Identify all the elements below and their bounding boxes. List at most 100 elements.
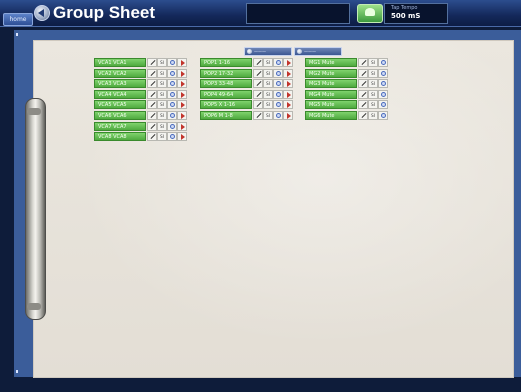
group-name-button[interactable]: MG3 Mute <box>305 79 357 89</box>
edit-icon[interactable] <box>147 68 157 78</box>
edit-icon[interactable] <box>358 79 368 89</box>
link-arrow-icon[interactable] <box>283 100 293 110</box>
solo-button[interactable]: SI <box>263 111 273 120</box>
solo-button[interactable]: SI <box>157 132 167 142</box>
edit-icon[interactable] <box>358 58 368 67</box>
solo-button[interactable]: SI <box>368 58 378 67</box>
mute-icon[interactable] <box>273 68 283 78</box>
edit-icon[interactable] <box>358 100 368 110</box>
back-arrow-icon[interactable] <box>34 5 50 21</box>
solo-button[interactable]: SI <box>263 68 273 78</box>
group-row[interactable]: VCA8 VCA8 SI <box>94 132 188 142</box>
tap-tempo-button[interactable]: Tap Tempo 500 mS <box>384 3 448 24</box>
group-row[interactable]: VCA1 VCA1 SI <box>94 58 188 67</box>
solo-button[interactable]: SI <box>157 89 167 99</box>
edit-icon[interactable] <box>147 100 157 110</box>
link-arrow-icon[interactable] <box>177 111 187 120</box>
edit-icon[interactable] <box>358 89 368 99</box>
group-row[interactable]: VCA3 VCA3 SI <box>94 79 188 89</box>
solo-button[interactable]: SI <box>368 79 378 89</box>
group-name-button[interactable]: POP5 X 1-16 <box>200 100 252 110</box>
group-row[interactable]: MG1 Mute SI <box>305 58 389 67</box>
status-indicator-icon[interactable] <box>357 4 383 23</box>
sheet-tab-1[interactable]: ——— <box>244 47 292 56</box>
mute-icon[interactable] <box>167 89 177 99</box>
mute-icon[interactable] <box>378 100 388 110</box>
group-name-button[interactable]: MG1 Mute <box>305 58 357 67</box>
solo-button[interactable]: SI <box>368 89 378 99</box>
edit-icon[interactable] <box>253 58 263 67</box>
link-arrow-icon[interactable] <box>177 58 187 67</box>
group-name-button[interactable]: MG6 Mute <box>305 111 357 120</box>
edit-icon[interactable] <box>147 121 157 131</box>
mute-icon[interactable] <box>273 100 283 110</box>
edit-icon[interactable] <box>358 68 368 78</box>
mute-icon[interactable] <box>167 68 177 78</box>
edit-icon[interactable] <box>147 58 157 67</box>
group-name-button[interactable]: POP2 17-32 <box>200 68 252 78</box>
edit-icon[interactable] <box>253 79 263 89</box>
group-name-button[interactable]: MG5 Mute <box>305 100 357 110</box>
sheet-scroll-handle[interactable] <box>25 98 46 320</box>
solo-button[interactable]: SI <box>263 89 273 99</box>
group-row[interactable]: POP2 17-32 SI <box>200 68 294 78</box>
solo-button[interactable]: SI <box>157 121 167 131</box>
mute-icon[interactable] <box>378 68 388 78</box>
edit-icon[interactable] <box>253 89 263 99</box>
mute-icon[interactable] <box>273 89 283 99</box>
mute-icon[interactable] <box>378 79 388 89</box>
link-arrow-icon[interactable] <box>283 68 293 78</box>
group-row[interactable]: MG3 Mute SI <box>305 79 389 89</box>
group-row[interactable]: VCA7 VCA7 SI <box>94 121 188 131</box>
mute-icon[interactable] <box>378 111 388 120</box>
solo-button[interactable]: SI <box>157 100 167 110</box>
group-name-button[interactable]: VCA8 VCA8 <box>94 132 146 142</box>
solo-button[interactable]: SI <box>157 79 167 89</box>
solo-button[interactable]: SI <box>368 100 378 110</box>
solo-button[interactable]: SI <box>157 58 167 67</box>
mute-icon[interactable] <box>273 58 283 67</box>
edit-icon[interactable] <box>147 111 157 120</box>
group-row[interactable]: POP5 X 1-16 SI <box>200 100 294 110</box>
group-row[interactable]: MG5 Mute SI <box>305 100 389 110</box>
solo-button[interactable]: SI <box>368 68 378 78</box>
group-name-button[interactable]: VCA4 VCA4 <box>94 89 146 99</box>
group-name-button[interactable]: MG2 Mute <box>305 68 357 78</box>
edit-icon[interactable] <box>253 100 263 110</box>
home-button[interactable]: home <box>3 13 33 26</box>
group-name-button[interactable]: VCA6 VCA6 <box>94 111 146 120</box>
group-row[interactable]: MG2 Mute SI <box>305 68 389 78</box>
mute-icon[interactable] <box>273 111 283 120</box>
mute-icon[interactable] <box>167 100 177 110</box>
mute-icon[interactable] <box>378 89 388 99</box>
link-arrow-icon[interactable] <box>177 100 187 110</box>
group-name-button[interactable]: VCA5 VCA5 <box>94 100 146 110</box>
group-row[interactable]: POP1 1-16 SI <box>200 58 294 67</box>
solo-button[interactable]: SI <box>263 100 273 110</box>
mute-icon[interactable] <box>273 79 283 89</box>
mute-icon[interactable] <box>167 132 177 142</box>
mute-icon[interactable] <box>167 121 177 131</box>
group-row[interactable]: VCA5 VCA5 SI <box>94 100 188 110</box>
link-arrow-icon[interactable] <box>177 89 187 99</box>
group-name-button[interactable]: POP3 33-48 <box>200 79 252 89</box>
group-name-button[interactable]: VCA3 VCA3 <box>94 79 146 89</box>
group-row[interactable]: POP3 33-48 SI <box>200 79 294 89</box>
link-arrow-icon[interactable] <box>283 111 293 120</box>
sheet-tab-2[interactable]: ——— <box>294 47 342 56</box>
edit-icon[interactable] <box>147 132 157 142</box>
link-arrow-icon[interactable] <box>283 58 293 67</box>
mute-icon[interactable] <box>167 79 177 89</box>
group-row[interactable]: POP4 49-64 SI <box>200 89 294 99</box>
link-arrow-icon[interactable] <box>177 132 187 142</box>
name-display-field[interactable] <box>246 3 350 24</box>
group-name-button[interactable]: VCA2 VCA2 <box>94 68 146 78</box>
link-arrow-icon[interactable] <box>283 89 293 99</box>
edit-icon[interactable] <box>358 111 368 120</box>
group-name-button[interactable]: VCA1 VCA1 <box>94 58 146 67</box>
link-arrow-icon[interactable] <box>283 79 293 89</box>
mute-icon[interactable] <box>167 58 177 67</box>
solo-button[interactable]: SI <box>263 58 273 67</box>
link-arrow-icon[interactable] <box>177 121 187 131</box>
solo-button[interactable]: SI <box>368 111 378 120</box>
